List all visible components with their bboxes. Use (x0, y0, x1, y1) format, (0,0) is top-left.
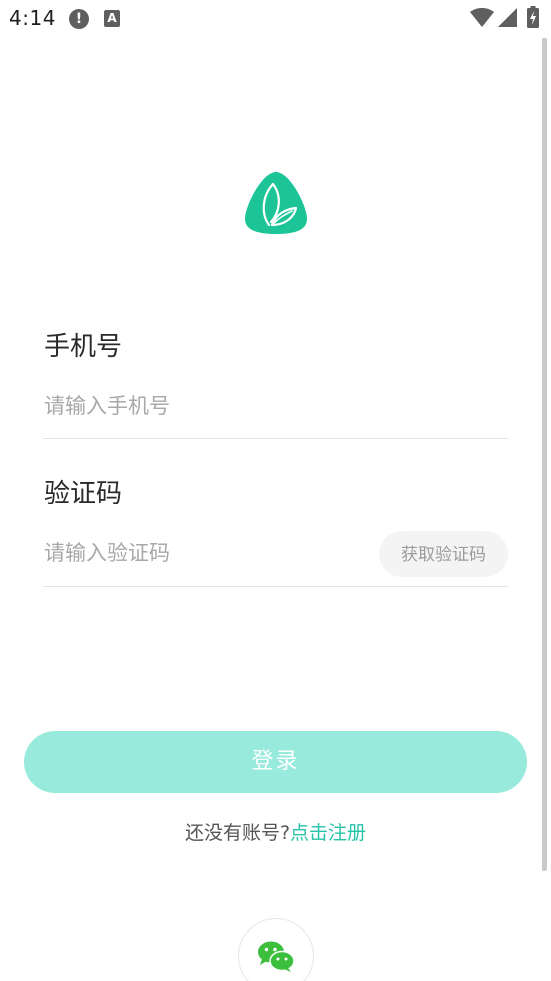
register-prompt: 还没有账号? (184, 822, 291, 844)
battery-icon (527, 6, 539, 28)
signal-icon (498, 8, 517, 27)
wechat-login-button[interactable] (238, 918, 314, 981)
leaf-logo-icon (245, 172, 307, 234)
status-bar: 4:14 ! A (0, 0, 551, 38)
code-input[interactable] (44, 538, 364, 568)
phone-label: 手机号 (44, 332, 123, 362)
register-row: 还没有账号?点击注册 (0, 818, 551, 845)
code-divider (43, 586, 508, 587)
wifi-icon (470, 8, 494, 27)
phone-divider (43, 438, 508, 439)
scrollbar[interactable] (542, 38, 547, 871)
status-time: 4:14 (9, 6, 56, 30)
register-link[interactable]: 点击注册 (290, 822, 366, 844)
wechat-icon (258, 941, 295, 972)
code-label: 验证码 (44, 479, 123, 509)
login-screen: 4:14 ! A 手机号 验证码 获取验证码 登录 还没有账号?点击注册 (0, 0, 551, 981)
phone-input[interactable] (44, 391, 504, 421)
get-code-button[interactable]: 获取验证码 (379, 531, 508, 577)
keyboard-icon: A (104, 10, 120, 27)
login-button[interactable]: 登录 (24, 731, 527, 793)
alert-icon: ! (69, 9, 89, 29)
